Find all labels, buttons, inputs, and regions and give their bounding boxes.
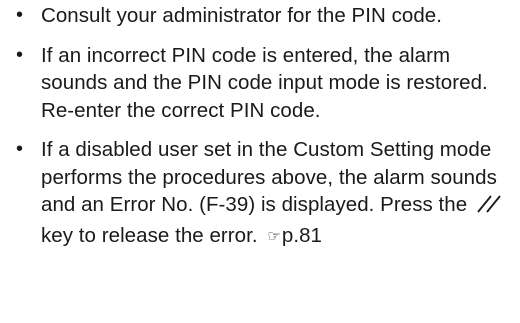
page-reference[interactable]: p.81 <box>282 224 322 247</box>
note-incorrect-pin: • If an incorrect PIN code is entered, t… <box>0 42 515 125</box>
note-text: If a disabled user set in the Custom Set… <box>41 138 497 216</box>
bullet: • <box>16 138 24 160</box>
bullet: • <box>16 43 24 66</box>
note-text-continued: key to release the error. <box>41 223 258 247</box>
notes-list: • Consult your administrator for the PIN… <box>0 0 520 250</box>
note-text: If an incorrect PIN code is entered, the… <box>41 43 488 122</box>
note-pin-consult: • Consult your administrator for the PIN… <box>0 0 515 30</box>
pointing-hand-icon: ☞ <box>267 227 281 245</box>
bullet: • <box>16 4 24 26</box>
clear-stop-key-icon <box>476 192 504 222</box>
note-text: Consult your administrator for the PIN c… <box>41 4 442 27</box>
note-disabled-user: • If a disabled user set in the Custom S… <box>0 136 515 250</box>
